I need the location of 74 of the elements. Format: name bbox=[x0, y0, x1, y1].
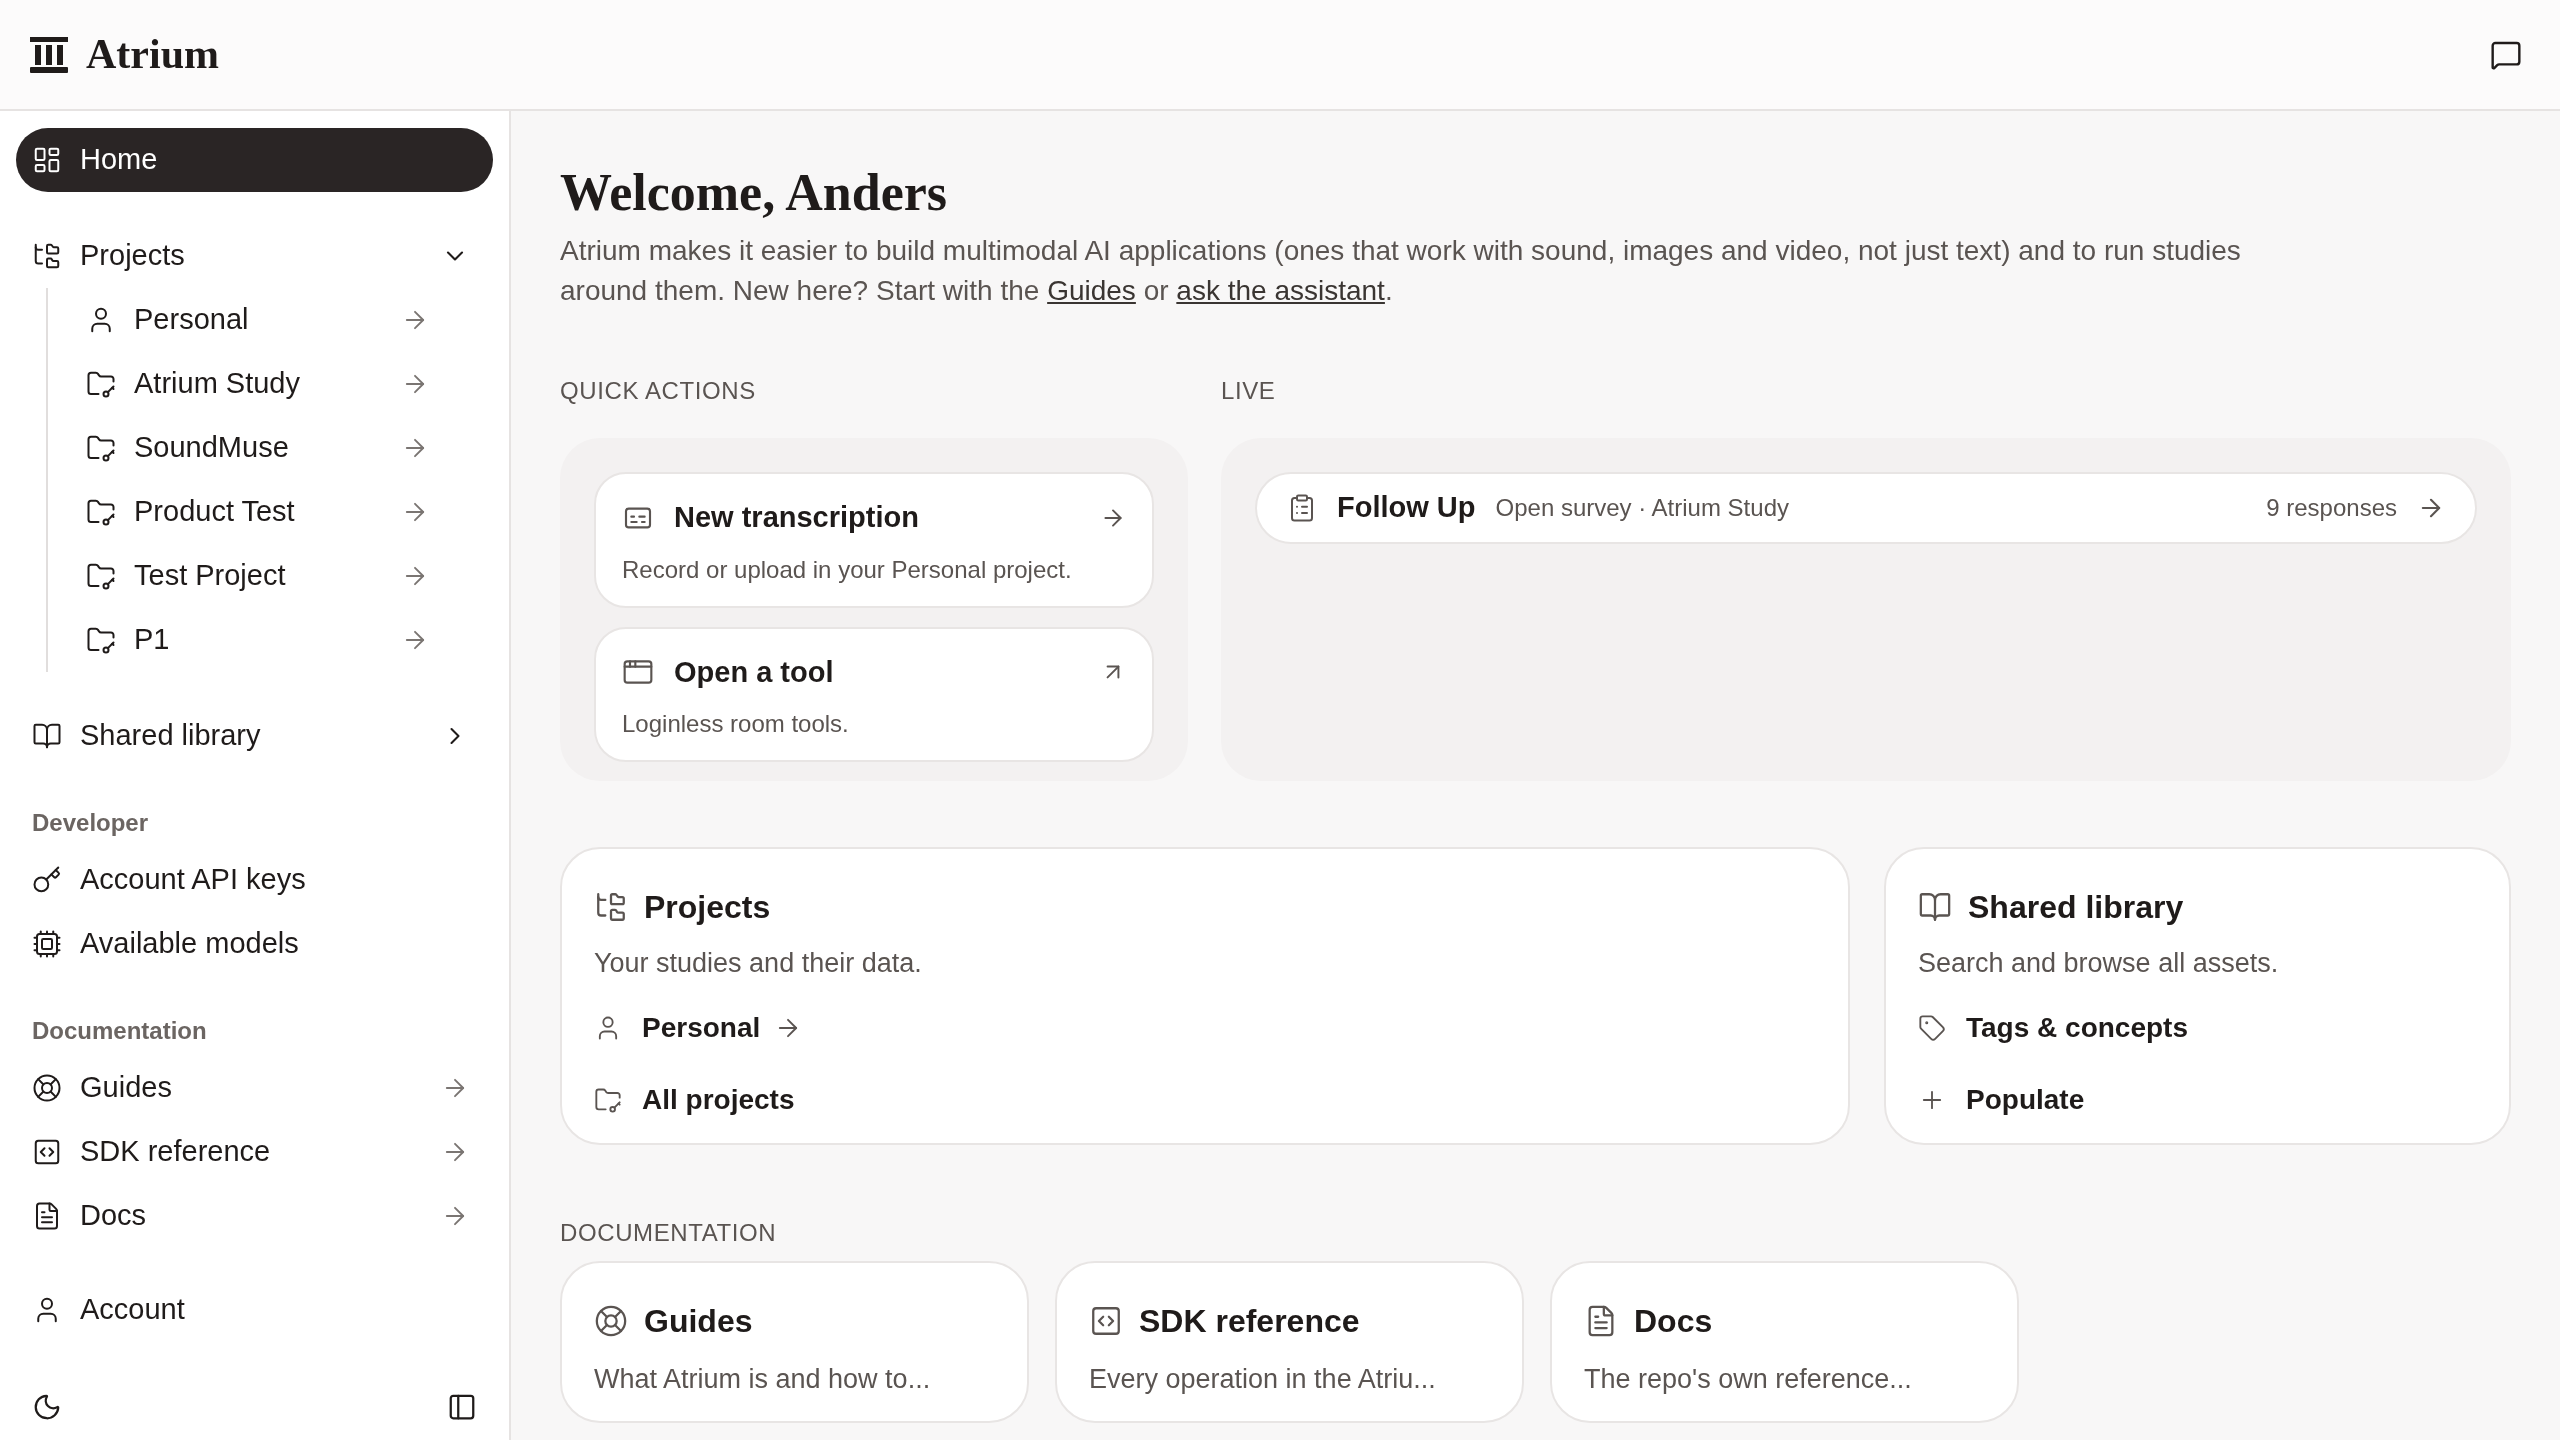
inline-link[interactable]: Guides bbox=[1047, 275, 1136, 306]
action-title: New transcription bbox=[674, 500, 920, 535]
card-title: Shared library bbox=[1968, 888, 2184, 927]
folder-icon bbox=[86, 433, 116, 463]
section-label: DOCUMENTATION bbox=[560, 1218, 778, 1248]
card-link[interactable]: All projects bbox=[642, 1078, 795, 1121]
nav-item[interactable]: P1 bbox=[48, 608, 453, 672]
doc-card[interactable]: SDK reference Every operation in the Atriu... bbox=[1055, 1261, 1524, 1423]
section-heading: Documentation bbox=[31, 1016, 208, 1046]
card-link[interactable]: Personal bbox=[642, 1006, 761, 1049]
doc-card[interactable]: Guides What Atrium is and how to... bbox=[560, 1261, 1029, 1423]
card-description: Search and browse all assets. bbox=[1918, 947, 2280, 980]
action-description: Record or upload in your Personal project. bbox=[622, 554, 1073, 585]
key-icon bbox=[32, 865, 62, 895]
card-title: Projects bbox=[644, 888, 771, 927]
code-icon bbox=[1089, 1304, 1123, 1338]
brand-name: Atrium bbox=[86, 30, 219, 79]
action-description: Loginless room tools. bbox=[622, 709, 850, 739]
action-card[interactable]: Open a tool Loginless room tools. bbox=[594, 626, 1154, 762]
nav-item[interactable]: Guides bbox=[16, 1056, 493, 1120]
section-heading: Developer bbox=[31, 808, 150, 838]
tag-icon bbox=[1918, 1013, 1946, 1042]
card-link[interactable]: Populate bbox=[1966, 1078, 2085, 1121]
folder-tree-icon bbox=[594, 890, 628, 924]
intro-paragraph: Atrium makes it easier to build multimodal AI applications (ones that work with sound, images and video, not just text) and to run studies around them. New here? Start with the Guides or ask the assistant. bbox=[560, 234, 2242, 308]
doc-description: What Atrium is and how to... bbox=[594, 1363, 932, 1396]
folder-icon bbox=[86, 625, 116, 655]
live-item[interactable]: Follow Up Open survey · Atrium Study 9 responses bbox=[1255, 472, 2477, 544]
page-title: Welcome, Anders bbox=[560, 163, 949, 223]
nav-item[interactable]: SDK reference bbox=[16, 1120, 493, 1184]
card-link[interactable]: Tags & concepts bbox=[1966, 1006, 2188, 1049]
section-label: QUICK ACTIONS bbox=[560, 376, 757, 406]
nav-item[interactable]: Account bbox=[16, 1278, 493, 1342]
inline-link[interactable]: ask the assistant bbox=[1176, 275, 1385, 306]
doc-title: Docs bbox=[1634, 1302, 1713, 1341]
doc-title: Guides bbox=[644, 1302, 753, 1341]
nav-item[interactable]: Personal bbox=[48, 288, 453, 352]
book-icon bbox=[1918, 890, 1952, 924]
nav-item[interactable]: Projects bbox=[16, 224, 493, 288]
nav-item[interactable]: Available models bbox=[16, 912, 493, 976]
lifebuoy-icon bbox=[594, 1304, 628, 1338]
code-icon bbox=[32, 1137, 62, 1167]
folder-icon bbox=[86, 561, 116, 591]
nav-item[interactable]: SoundMuse bbox=[48, 416, 453, 480]
logo-icon bbox=[30, 36, 68, 73]
sidebar-panel-icon bbox=[447, 1392, 477, 1422]
doc-title: SDK reference bbox=[1139, 1302, 1360, 1341]
card-description: Your studies and their data. bbox=[594, 947, 923, 980]
nav-item[interactable]: Home bbox=[16, 128, 493, 192]
live-meta: Open survey · Atrium Study bbox=[1495, 493, 1790, 523]
nav-item[interactable]: Account API keys bbox=[16, 848, 493, 912]
doc-card[interactable]: Docs The repo's own reference... bbox=[1550, 1261, 2019, 1423]
moon-icon bbox=[32, 1392, 62, 1422]
live-title: Follow Up bbox=[1337, 490, 1476, 526]
nav-item[interactable]: Docs bbox=[16, 1184, 493, 1248]
dashboard-icon bbox=[32, 145, 62, 175]
doc-description: Every operation in the Atriu... bbox=[1089, 1363, 1437, 1396]
chip-icon bbox=[32, 929, 62, 959]
section-label: LIVE bbox=[1221, 376, 1277, 406]
book-icon bbox=[32, 721, 62, 751]
response-count: 9 responses bbox=[2266, 493, 2397, 523]
nav-item[interactable]: Test Project bbox=[48, 544, 453, 608]
action-title: Open a tool bbox=[674, 654, 835, 690]
doc-description: The repo's own reference... bbox=[1584, 1363, 1913, 1396]
dark-mode-button[interactable] bbox=[32, 1392, 62, 1422]
nav-item[interactable]: Shared library bbox=[16, 704, 493, 768]
folder-icon bbox=[86, 497, 116, 527]
lifebuoy-icon bbox=[32, 1073, 62, 1103]
collapse-sidebar-button[interactable] bbox=[447, 1392, 477, 1422]
nav-item[interactable]: Product Test bbox=[48, 480, 453, 544]
folder-tree-icon bbox=[32, 241, 62, 271]
folder-icon bbox=[86, 369, 116, 399]
nav-item[interactable]: Atrium Study bbox=[48, 352, 453, 416]
action-card[interactable]: New transcription Record or upload in your Personal project. bbox=[594, 472, 1154, 608]
